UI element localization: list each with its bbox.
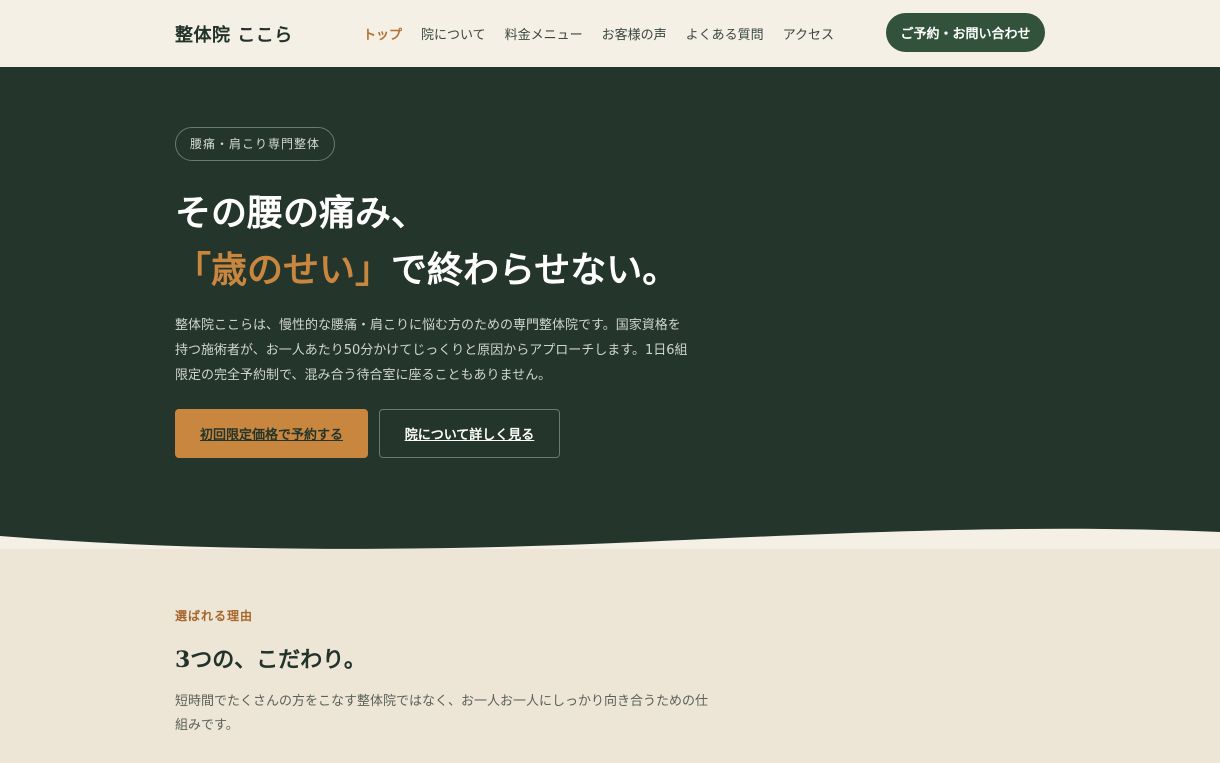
specialty-badge: 腰痛・肩こり専門整体 [175, 127, 336, 161]
section-title: 3つの、こだわり。 [175, 647, 366, 673]
section-eyebrow: 選ばれる理由 [175, 609, 254, 623]
hero-section: 腰痛・肩こり専門整体 その腰の痛み、 「歳のせい」で終わらせない。 整体院ここら… [0, 67, 1220, 549]
book-first-visit-button[interactable]: 初回限定価格で予約する [175, 409, 368, 458]
reserve-contact-button[interactable]: ご予約・お問い合わせ [886, 13, 1045, 52]
reasons-section: 選ばれる理由 3つの、こだわり。 短時間でたくさんの方をこなす整体院ではなく、お… [0, 549, 1220, 738]
nav-item-faq[interactable]: よくある質問 [686, 24, 764, 43]
site-header: 整体院 ここら トップ 院について 料金メニュー お客様の声 よくある質問 アク… [0, 0, 1220, 67]
about-clinic-button[interactable]: 院について詳しく見る [379, 409, 560, 458]
headline-rest: で終わらせない。 [391, 250, 679, 291]
headline-line1: その腰の痛み、 [175, 193, 428, 234]
hero-buttons: 初回限定価格で予約する 院について詳しく見る [175, 409, 715, 458]
section-description: 短時間でたくさんの方をこなす整体院ではなく、お一人お一人にしっかり向き合うための… [175, 694, 709, 733]
headline-accent: 「歳のせい」 [175, 250, 392, 291]
site-logo[interactable]: 整体院 ここら [175, 21, 293, 47]
nav-item-access[interactable]: アクセス [783, 24, 834, 43]
main-nav: トップ 院について 料金メニュー お客様の声 よくある質問 アクセス [363, 0, 853, 67]
hero-headline: その腰の痛み、 「歳のせい」で終わらせない。 [175, 185, 715, 299]
wave-divider [0, 528, 1220, 549]
nav-item-top[interactable]: トップ [363, 24, 402, 43]
hero-lead-text: 整体院ここらは、慢性的な腰痛・肩こりに悩む方のための専門整体院です。国家資格を持… [175, 318, 688, 383]
nav-item-testimonials[interactable]: お客様の声 [602, 24, 667, 43]
nav-item-about[interactable]: 院について [421, 24, 486, 43]
hero-content: 腰痛・肩こり専門整体 その腰の痛み、 「歳のせい」で終わらせない。 整体院ここら… [175, 127, 715, 458]
nav-item-pricing[interactable]: 料金メニュー [505, 24, 583, 43]
